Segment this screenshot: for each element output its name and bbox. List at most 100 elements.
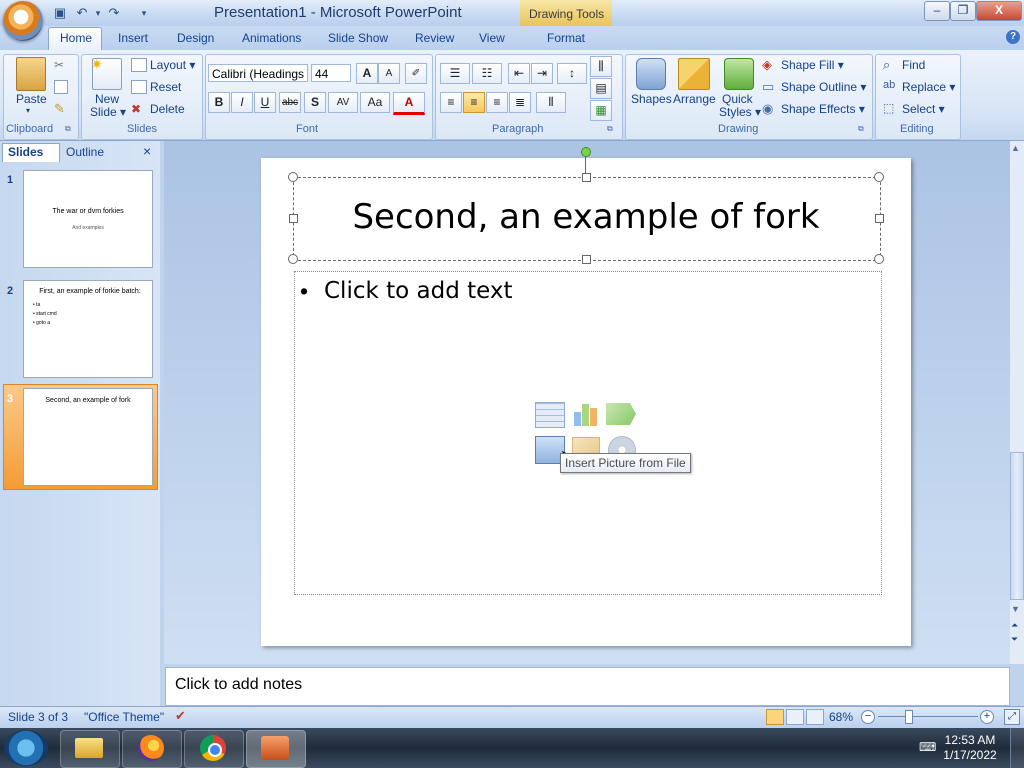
undo-dropdown-icon[interactable]: ▾ [90,5,106,21]
text-direction-icon[interactable]: ⫼ [590,56,612,77]
tab-design[interactable]: Design [177,31,214,45]
taskbar-clock[interactable]: 12:53 AM 1/17/2022 [940,733,1000,763]
resize-handle-t[interactable] [582,173,591,182]
close-button[interactable]: X [976,1,1022,21]
content-placeholder-text[interactable]: Click to add text [324,278,513,304]
italic-button[interactable]: I [231,92,253,113]
reset-button[interactable]: Reset [150,80,181,94]
increase-indent-icon[interactable]: ⇥ [531,63,553,84]
shape-outline-button[interactable]: Shape Outline ▾ [781,80,866,94]
tab-home[interactable]: Home [60,31,92,45]
shapes-icon[interactable] [636,58,666,90]
minimize-button[interactable]: – [924,1,950,21]
bold-button[interactable]: B [208,92,230,113]
tab-outline[interactable]: Outline [66,145,104,159]
smartart-icon[interactable]: ▦ [590,100,612,121]
shape-effects-icon[interactable]: ◉ [762,101,773,117]
strikethrough-button[interactable]: abc [279,92,301,113]
shadow-button[interactable]: S [304,92,326,113]
change-case-button[interactable]: Aa [360,92,390,113]
new-slide-button-2[interactable]: Slide ▾ [90,105,126,119]
zoom-in-icon[interactable]: + [980,710,994,724]
tab-insert[interactable]: Insert [118,31,148,45]
resize-handle-b[interactable] [582,255,591,264]
columns-icon[interactable]: ⫴ [536,92,566,113]
tab-view[interactable]: View [479,31,505,45]
quick-styles-button-2[interactable]: Styles ▾ [719,105,761,119]
font-family-combo[interactable]: Calibri (Headings [208,64,308,82]
paste-dropdown-icon[interactable]: ▾ [26,106,30,115]
help-icon[interactable]: ? [1006,30,1020,44]
character-spacing-button[interactable]: AV [328,92,358,113]
zoom-level[interactable]: 68% [829,710,853,724]
start-button[interactable] [4,730,48,766]
center-icon[interactable]: ≡ [463,92,485,113]
resize-handle-tl[interactable] [288,172,298,182]
scroll-down-icon[interactable]: ▼ [1011,604,1020,614]
undo-icon[interactable]: ↶ [74,5,90,21]
shrink-font-button[interactable]: A [378,63,400,84]
zoom-out-icon[interactable]: − [861,710,875,724]
scroll-thumb[interactable] [1010,452,1024,600]
clipboard-launcher-icon[interactable]: ⧉ [65,124,71,134]
slide-sorter-icon[interactable] [786,709,804,725]
quick-styles-button[interactable]: Quick [722,92,753,106]
tab-animations[interactable]: Animations [242,31,301,45]
shape-outline-icon[interactable]: ▭ [762,79,774,95]
tab-review[interactable]: Review [415,31,454,45]
cut-icon[interactable]: ✂ [54,58,64,72]
numbering-icon[interactable]: ☷ [472,63,502,84]
spell-check-icon[interactable]: ✔ [175,708,186,724]
layout-icon[interactable] [131,58,147,72]
resize-handle-tr[interactable] [874,172,884,182]
office-button[interactable] [3,1,43,41]
find-button[interactable]: Find [902,58,925,72]
paragraph-launcher-icon[interactable]: ⧉ [607,124,613,134]
format-painter-icon[interactable]: ✎ [54,101,65,117]
customize-qat-icon[interactable]: ▾ [136,5,152,21]
justify-icon[interactable]: ≣ [509,92,531,113]
copy-icon[interactable] [54,80,68,94]
rotation-handle[interactable] [581,147,591,157]
align-right-icon[interactable]: ≡ [486,92,508,113]
content-placeholder[interactable] [294,271,882,595]
decrease-indent-icon[interactable]: ⇤ [508,63,530,84]
paste-button[interactable]: Paste [16,92,47,106]
reset-icon[interactable] [131,80,147,94]
normal-view-icon[interactable] [766,709,784,725]
fit-to-window-icon[interactable]: ⤢ [1004,709,1020,725]
select-icon[interactable]: ⬚ [883,101,894,115]
font-color-button[interactable]: A [393,92,425,115]
find-icon[interactable]: ⌕ [883,57,890,73]
paste-icon[interactable] [16,57,46,91]
resize-handle-l[interactable] [289,214,298,223]
shape-fill-icon[interactable]: ◈ [762,57,772,73]
shapes-button[interactable]: Shapes [631,92,672,106]
zoom-slider-track[interactable] [878,716,978,717]
new-slide-button[interactable]: New [95,92,119,106]
underline-button[interactable]: U [254,92,276,113]
bullets-icon[interactable]: ☰ [440,63,470,84]
align-text-icon[interactable]: ▤ [590,78,612,99]
insert-table-icon[interactable] [535,402,565,428]
replace-button[interactable]: Replace ▾ [902,80,955,94]
select-button[interactable]: Select ▾ [902,102,945,116]
restore-button[interactable]: ❐ [950,1,976,21]
layout-button[interactable]: Layout ▾ [150,58,195,72]
redo-icon[interactable]: ↷ [106,5,122,21]
show-desktop-button[interactable] [1010,728,1024,768]
slide-show-icon[interactable] [806,709,824,725]
tab-slide-show[interactable]: Slide Show [328,31,388,45]
resize-handle-r[interactable] [875,214,884,223]
clear-formatting-icon[interactable]: ✐ [405,63,427,84]
insert-chart-icon[interactable] [572,402,600,426]
replace-icon[interactable]: ab [883,79,895,91]
quick-styles-icon[interactable] [724,58,754,90]
shape-fill-button[interactable]: Shape Fill ▾ [781,58,844,72]
arrange-icon[interactable] [678,58,710,90]
align-left-icon[interactable]: ≡ [440,92,462,113]
save-icon[interactable]: ▣ [52,5,68,21]
delete-button[interactable]: Delete [150,102,185,116]
grow-font-button[interactable]: A [356,63,378,84]
insert-smartart-icon[interactable] [606,403,636,425]
